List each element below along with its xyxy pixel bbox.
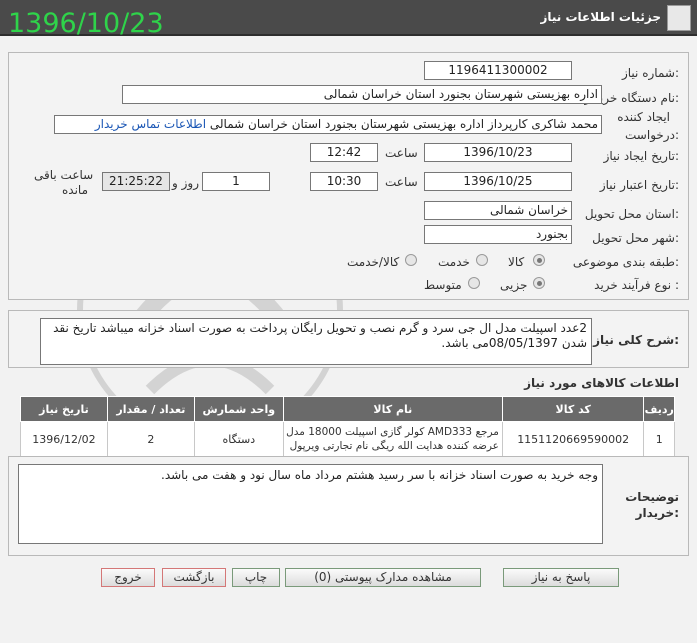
- col-unit: واحد شمارش: [193, 396, 284, 422]
- cell-item-name: کولر گازی اسپیلت 18000 مدل AMD333 مرجع ع…: [282, 421, 503, 457]
- created-time-label: ساعت: [385, 146, 418, 160]
- province-field: خراسان شمالی: [424, 201, 572, 220]
- category-option-service: خدمت: [438, 255, 470, 269]
- table-row[interactable]: 1396/12/02 2 دستگاه کولر گازی اسپیلت 180…: [20, 421, 675, 457]
- validity-time-label: ساعت: [385, 175, 418, 189]
- validity-time-field: 10:30: [310, 172, 378, 191]
- requester-field: محمد شاکری کارپرداز اداره بهزیستی شهرستا…: [54, 115, 602, 134]
- requester-name: محمد شاکری کارپرداز اداره بهزیستی شهرستا…: [209, 117, 598, 131]
- validity-date-label: تاریخ اعتبار نیاز:: [599, 178, 679, 192]
- process-option-medium: متوسط: [424, 278, 462, 292]
- reply-button[interactable]: پاسخ به نیاز: [503, 568, 619, 587]
- col-quantity: تعداد / مقدار: [106, 396, 195, 422]
- description-line-1: 2عدد اسپیلت مدل ال جی سرد و گرم نصب و تح…: [53, 321, 587, 335]
- process-label: نوع فرآیند خرید :: [594, 278, 679, 292]
- created-time-field: 12:42: [310, 143, 378, 162]
- cell-quantity: 2: [106, 421, 195, 457]
- notes-label-2: خریدار:: [635, 506, 679, 520]
- process-radio-minor[interactable]: [533, 277, 545, 289]
- remaining-label-1: ساعت باقی: [34, 168, 94, 182]
- category-radio-service[interactable]: [476, 254, 488, 266]
- province-label: استان محل تحویل:: [584, 207, 679, 221]
- requester-label-1: ایجاد کننده: [617, 110, 670, 124]
- validity-date-field: 1396/10/25: [424, 172, 572, 191]
- day-and-label: روز و: [172, 176, 199, 190]
- remaining-label-2: مانده: [62, 183, 89, 197]
- print-button[interactable]: چاپ: [232, 568, 280, 587]
- col-item-code: کد کالا: [501, 396, 645, 422]
- city-label: شهر محل تحویل:: [592, 231, 679, 245]
- remaining-days-field: 1: [202, 172, 270, 191]
- notes-label-1: توضیحات: [625, 490, 679, 504]
- category-radio-goods[interactable]: [533, 254, 545, 266]
- description-line-2: شدن 08/05/1397می باشد.: [441, 336, 587, 350]
- item-name-line-1: کولر گازی اسپیلت 18000 مدل AMD333 مرجع: [286, 426, 499, 438]
- item-name-line-2: عرضه کننده هدایت الله ریگی نام تجارتی وی…: [289, 440, 499, 452]
- exit-button[interactable]: خروج: [101, 568, 155, 587]
- back-button[interactable]: بازگشت: [162, 568, 226, 587]
- window-icon: [667, 5, 691, 31]
- buyer-contact-link[interactable]: اطلاعات تماس خریدار: [95, 117, 206, 131]
- remaining-time-field: 21:25:22: [102, 172, 170, 191]
- cell-need-date: 1396/12/02: [20, 421, 108, 457]
- created-date-label: تاریخ ایجاد نیاز:: [603, 149, 679, 163]
- process-radio-medium[interactable]: [468, 277, 480, 289]
- created-date-field: 1396/10/23: [424, 143, 572, 162]
- col-need-date: تاریخ نیاز: [20, 396, 108, 422]
- items-table: تاریخ نیاز تعداد / مقدار واحد شمارش نام …: [20, 396, 675, 457]
- items-header-row: تاریخ نیاز تعداد / مقدار واحد شمارش نام …: [20, 396, 675, 422]
- cell-item-code: 1151120669590002: [501, 421, 645, 457]
- city-field: بجنورد: [424, 225, 572, 244]
- cell-unit: دستگاه: [193, 421, 284, 457]
- process-option-minor: جزیی: [500, 278, 528, 292]
- page-title: جزئیات اطلاعات نیاز: [540, 10, 661, 24]
- category-radio-goods-service[interactable]: [405, 254, 417, 266]
- need-number-label: شماره نیاز:: [621, 66, 679, 80]
- col-row: ردیف: [643, 396, 675, 422]
- category-label: طبقه بندی موضوعی:: [572, 255, 679, 269]
- description-label: شرح کلی نیاز:: [593, 333, 679, 347]
- attachments-button[interactable]: مشاهده مدارک پیوستی (0): [285, 568, 481, 587]
- requester-label-2: درخواست:: [625, 128, 679, 142]
- category-option-goods: کالا: [508, 255, 525, 269]
- items-section-title: اطلاعات کالاهای مورد نیاز: [524, 376, 679, 390]
- category-option-goods-service: کالا/خدمت: [347, 255, 400, 269]
- buyer-org-field: اداره بهزیستی شهرستان بجنورد استان خراسا…: [122, 85, 602, 104]
- cell-row-number: 1: [643, 421, 675, 457]
- overlay-date: 1396/10/23: [8, 8, 164, 39]
- need-number-field: 1196411300002: [424, 61, 572, 80]
- notes-field: وجه خرید به صورت اسناد خزانه با سر رسید …: [18, 464, 603, 544]
- col-item-name: نام کالا: [282, 396, 503, 422]
- description-field: 2عدد اسپیلت مدل ال جی سرد و گرم نصب و تح…: [40, 318, 592, 365]
